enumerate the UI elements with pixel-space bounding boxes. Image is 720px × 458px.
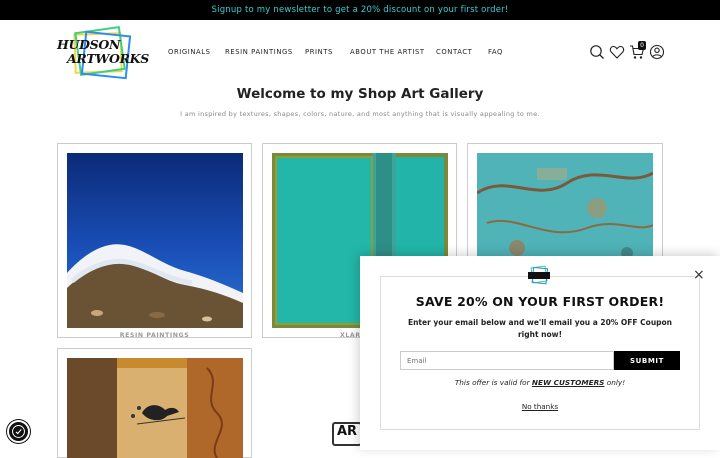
discount-popup: × SAVE 20% ON YOUR FIRST ORDER! Enter yo… — [360, 256, 720, 450]
artwork-image[interactable] — [67, 358, 243, 458]
heart-icon[interactable] — [609, 44, 625, 60]
accessibility-icon[interactable] — [7, 420, 30, 443]
page-subtitle: I am inspired by textures, shapes, color… — [180, 110, 540, 118]
nav-resin-paintings[interactable]: RESIN PAINTINGS — [225, 48, 293, 56]
logo-line-1: HUDSON — [57, 37, 121, 52]
artwork-image[interactable] — [67, 153, 243, 328]
nav-contact[interactable]: CONTACT — [436, 48, 472, 56]
popup-description: Enter your email below and we'll email y… — [407, 318, 673, 339]
collection-card-resin-paintings[interactable]: RESIN PAINTINGS — [57, 143, 252, 339]
partner-badge-text: AR — [337, 424, 358, 439]
nav-originals[interactable]: ORIGINALS — [168, 48, 211, 56]
partner-badge[interactable]: AR — [332, 422, 362, 446]
offer-emphasis: NEW CUSTOMERS — [531, 378, 605, 387]
account-icon[interactable] — [649, 44, 665, 60]
announcement-text[interactable]: Signup to my newsletter to get a 20% dis… — [212, 5, 509, 15]
nav-about-the-artist[interactable]: ABOUT THE ARTIST — [350, 48, 425, 56]
popup-logo — [528, 265, 550, 285]
offer-prefix: This offer is valid for — [454, 378, 532, 387]
offer-suffix: only! — [604, 378, 626, 387]
site-logo[interactable]: HUDSON ARTWORKS — [57, 26, 149, 80]
logo-line-2: ARTWORKS — [67, 51, 149, 66]
popup-heading: SAVE 20% ON YOUR FIRST ORDER! — [415, 294, 665, 309]
search-icon[interactable] — [589, 44, 605, 60]
announcement-bar[interactable]: Signup to my newsletter to get a 20% dis… — [0, 0, 720, 20]
email-field[interactable]: Email — [400, 351, 614, 370]
collection-card-mixed-media[interactable] — [57, 348, 252, 458]
page-title: Welcome to my Shop Art Gallery — [236, 86, 484, 102]
card-caption: RESIN PAINTINGS — [119, 332, 190, 339]
nav-prints[interactable]: PRINTS — [305, 48, 333, 56]
close-icon[interactable]: × — [693, 268, 705, 282]
cart-count-badge: 0 — [638, 41, 646, 50]
no-thanks-link[interactable]: No thanks — [360, 402, 720, 411]
offer-note: This offer is valid for NEW CUSTOMERS on… — [360, 378, 720, 387]
submit-button[interactable]: SUBMIT — [614, 351, 680, 370]
nav-faq[interactable]: FAQ — [488, 48, 503, 56]
